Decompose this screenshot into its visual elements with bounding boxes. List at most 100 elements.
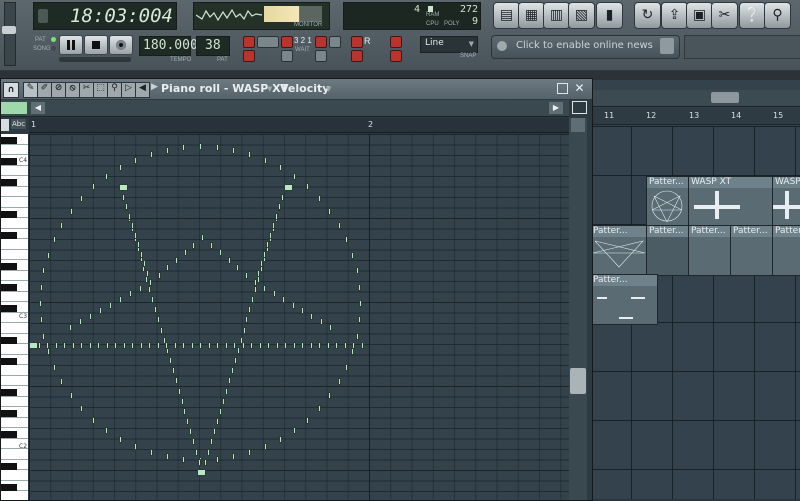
note[interactable] — [99, 307, 102, 314]
note[interactable] — [310, 342, 313, 349]
note[interactable] — [131, 342, 134, 349]
playlist-clip[interactable]: Patter... — [590, 274, 658, 325]
note[interactable] — [245, 316, 248, 323]
note[interactable] — [89, 342, 92, 349]
piano-roll-vscroll[interactable] — [569, 118, 587, 500]
note[interactable] — [199, 143, 202, 150]
note[interactable] — [351, 252, 354, 259]
note[interactable] — [131, 222, 134, 229]
note[interactable] — [166, 147, 169, 154]
note[interactable] — [140, 342, 143, 349]
note[interactable] — [251, 296, 254, 303]
pat-mode-led[interactable] — [51, 37, 56, 42]
piano-key-black[interactable] — [1, 431, 17, 438]
note[interactable] — [149, 279, 152, 286]
note[interactable] — [293, 427, 296, 434]
note[interactable] — [146, 270, 149, 277]
note[interactable] — [150, 449, 153, 456]
note[interactable] — [351, 348, 354, 355]
note[interactable] — [165, 342, 168, 349]
piano-roll-menu-button[interactable]: ∩ — [3, 82, 19, 98]
note[interactable] — [39, 300, 42, 307]
multilink-button[interactable] — [243, 50, 255, 62]
note[interactable] — [148, 286, 151, 293]
playlist-clip[interactable]: Patter... — [646, 176, 690, 226]
typing-keyboard-button[interactable] — [257, 36, 279, 48]
note[interactable] — [109, 302, 112, 309]
note[interactable] — [267, 342, 270, 349]
note[interactable] — [199, 342, 202, 349]
piano-key[interactable] — [1, 365, 28, 376]
note[interactable] — [182, 342, 185, 349]
piano-roll-window[interactable]: ∩ ✎ ✐ ⊘ ⦸ ✂ ⬚ ⚲ ▷ ◀ ▶ Piano roll - WASP … — [0, 78, 593, 501]
note[interactable] — [358, 316, 361, 323]
note[interactable] — [175, 377, 178, 384]
pitch-slider[interactable] — [59, 57, 131, 62]
note[interactable] — [263, 285, 266, 292]
note[interactable] — [197, 469, 206, 476]
piano-key-black[interactable] — [1, 336, 17, 344]
note[interactable] — [119, 436, 122, 443]
piano-key[interactable] — [1, 344, 28, 355]
note[interactable] — [282, 296, 285, 303]
note[interactable] — [301, 342, 304, 349]
note[interactable] — [306, 183, 309, 190]
note[interactable] — [42, 267, 45, 274]
playlist-clip[interactable]: Patter... — [590, 225, 648, 276]
note[interactable] — [148, 342, 151, 349]
note[interactable] — [232, 147, 235, 154]
note[interactable] — [105, 173, 108, 180]
note[interactable] — [106, 342, 109, 349]
note[interactable] — [53, 236, 56, 243]
note[interactable] — [269, 232, 272, 239]
note[interactable] — [234, 357, 237, 364]
time-display[interactable]: 18:03:004 — [33, 2, 177, 30]
note[interactable] — [208, 342, 211, 349]
piano-key-black[interactable] — [1, 263, 17, 270]
note[interactable] — [119, 184, 128, 191]
playlist-scroll-thumb[interactable] — [711, 92, 739, 103]
note[interactable] — [306, 417, 309, 424]
note[interactable] — [345, 236, 348, 243]
piano-key[interactable] — [1, 165, 28, 176]
song-pos-button[interactable] — [315, 50, 327, 62]
note[interactable] — [134, 443, 137, 450]
note[interactable] — [72, 342, 75, 349]
piano-key-black[interactable] — [1, 305, 17, 312]
piano-roll-corner-icon[interactable] — [1, 119, 9, 131]
note[interactable] — [250, 342, 253, 349]
piano-key[interactable] — [1, 291, 28, 302]
piano-key[interactable] — [1, 249, 28, 260]
note[interactable] — [243, 327, 246, 334]
piano-key[interactable] — [1, 323, 28, 334]
note[interactable] — [186, 418, 189, 425]
playlist-clip[interactable]: Patter... — [772, 225, 800, 276]
note[interactable] — [184, 249, 187, 256]
note[interactable] — [119, 164, 122, 171]
note[interactable] — [151, 296, 154, 303]
note[interactable] — [361, 342, 364, 349]
note[interactable] — [242, 342, 245, 349]
note[interactable] — [80, 405, 83, 412]
note[interactable] — [182, 144, 185, 151]
note[interactable] — [79, 318, 82, 325]
playlist-area[interactable]: 11 12 13 14 15 Patter... WASP XT WASP XT… — [590, 80, 800, 499]
piano-key[interactable] — [1, 218, 28, 229]
playlist-window-button[interactable]: ▤ — [493, 2, 520, 29]
piano-key[interactable] — [1, 239, 28, 250]
note[interactable] — [216, 456, 219, 463]
note[interactable] — [166, 264, 169, 271]
note[interactable] — [70, 392, 73, 399]
note[interactable] — [169, 357, 172, 364]
note[interactable] — [233, 342, 236, 349]
note[interactable] — [175, 257, 178, 264]
hscroll-thumb[interactable] — [1, 102, 27, 114]
note[interactable] — [284, 342, 287, 349]
slice-tool[interactable]: ✂ — [79, 82, 94, 98]
note[interactable] — [320, 318, 323, 325]
note[interactable] — [275, 213, 278, 220]
note[interactable] — [143, 260, 146, 267]
note[interactable] — [260, 260, 263, 267]
note[interactable] — [216, 418, 219, 425]
note[interactable] — [310, 313, 313, 320]
